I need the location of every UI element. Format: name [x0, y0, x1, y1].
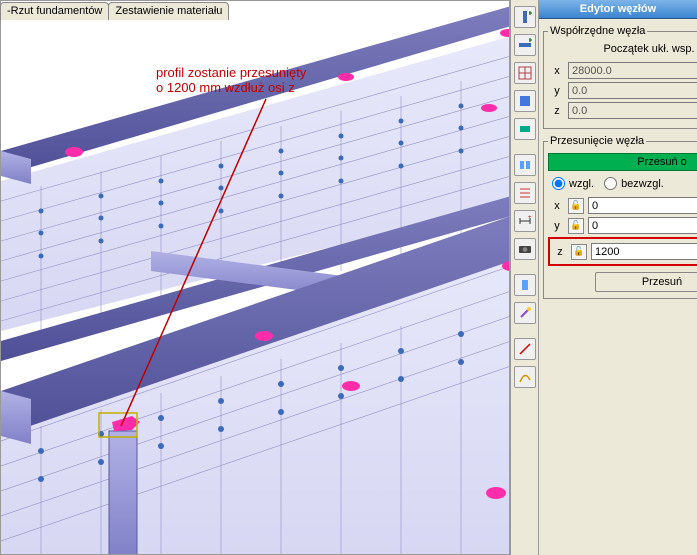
tab-label: -Rzut fundamentów — [7, 5, 102, 17]
annotation-line-1: profil zostanie przesunięty — [156, 66, 306, 81]
dimension-icon[interactable]: + — [514, 210, 536, 232]
radio-absolute-input[interactable] — [604, 177, 617, 190]
wizard-icon[interactable] — [514, 274, 536, 296]
coordinates-sublabel: Początek ukł. wsp. — [548, 41, 697, 59]
annotation-line-2: o 1200 mm wzdłuż osi z — [156, 81, 306, 96]
highlighted-z-row: z 🔓 [mm] — [548, 237, 697, 266]
add-beam-icon[interactable] — [514, 34, 536, 56]
node-editor-panel: Edytor węzłów Współrzędne węzła Początek… — [538, 0, 697, 555]
magic-icon[interactable] — [514, 302, 536, 324]
lock-z-icon[interactable]: 🔓 — [571, 244, 587, 260]
move-legend: Przesunięcie węzła — [548, 135, 646, 147]
tab-foundation[interactable]: -Rzut fundamentów — [0, 2, 109, 20]
move-z-input[interactable] — [591, 243, 697, 260]
move-x-input[interactable] — [588, 197, 697, 214]
coord-y-input — [568, 82, 697, 99]
coordinates-group: Współrzędne węzła Początek ukł. wsp. x [… — [543, 25, 697, 129]
lock-x-icon[interactable]: 🔓 — [568, 198, 584, 214]
annotation-text: profil zostanie przesunięty o 1200 mm wz… — [156, 66, 306, 96]
radio-relative-label: wzgl. — [569, 178, 594, 190]
move-y-input[interactable] — [588, 217, 697, 234]
coord-x-label: x — [550, 65, 564, 77]
create-icon[interactable] — [514, 90, 536, 112]
move-x-label: x — [550, 200, 564, 212]
lock-y-icon[interactable]: 🔓 — [568, 218, 584, 234]
curve-tool-icon[interactable] — [514, 366, 536, 388]
panel-title: Edytor węzłów — [539, 0, 697, 19]
coord-y-label: y — [550, 85, 564, 97]
radio-absolute[interactable]: bezwzgl. — [604, 177, 664, 190]
move-group: Przesunięcie węzła Przesuń o wzgl. bezwz… — [543, 135, 697, 299]
list-icon[interactable] — [514, 182, 536, 204]
coordinates-legend: Współrzędne węzła — [548, 25, 647, 37]
line-tool-icon[interactable] — [514, 338, 536, 360]
radio-relative-input[interactable] — [552, 177, 565, 190]
grid-icon[interactable] — [514, 62, 536, 84]
svg-text:+: + — [528, 215, 532, 221]
vertical-toolbar: + — [510, 0, 538, 555]
section-icon[interactable] — [514, 154, 536, 176]
move-y-label: y — [550, 220, 564, 232]
tab-label: Zestawienie materiału — [115, 5, 222, 17]
radio-relative[interactable]: wzgl. — [552, 177, 594, 190]
tab-materials[interactable]: Zestawienie materiału — [108, 2, 229, 20]
radio-absolute-label: bezwzgl. — [621, 178, 664, 190]
camera-icon[interactable] — [514, 238, 536, 260]
coord-z-label: z — [550, 105, 564, 117]
move-z-label: z — [553, 246, 567, 258]
plate-icon[interactable] — [514, 118, 536, 140]
move-button[interactable]: Przesuń — [595, 272, 697, 292]
add-column-icon[interactable] — [514, 6, 536, 28]
coord-z-input — [568, 102, 697, 119]
coord-x-input — [568, 62, 697, 79]
move-mode-bar: Przesuń o — [548, 153, 697, 171]
